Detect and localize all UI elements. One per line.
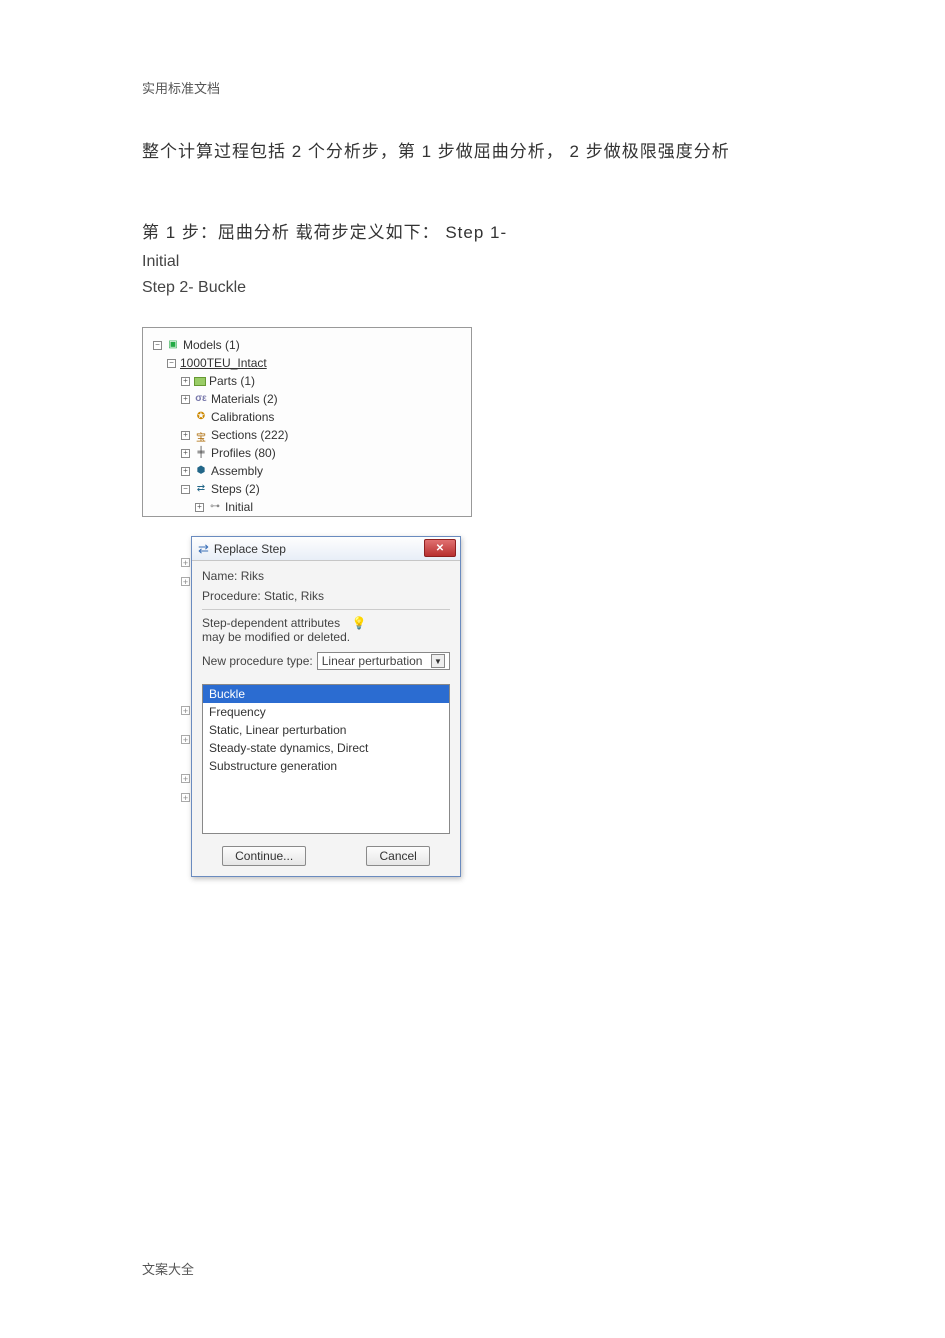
tree-assembly-label: Assembly	[211, 464, 263, 478]
new-procedure-row: New procedure type: Linear perturbation …	[202, 652, 450, 670]
dialog-title-text: Replace Step	[214, 542, 286, 556]
tree-materials-label: Materials (2)	[211, 392, 278, 406]
model-tree-panel: − ▣ Models (1) − 1000TEU_Intact + Parts …	[142, 327, 472, 517]
expand-icon[interactable]: +	[181, 395, 190, 404]
expand-icon[interactable]: +	[181, 577, 190, 586]
profiles-icon: ╪	[194, 447, 208, 459]
option-substructure-generation[interactable]: Substructure generation	[203, 757, 449, 775]
new-procedure-select[interactable]: Linear perturbation ▼	[317, 652, 450, 670]
divider	[202, 609, 450, 610]
tree-parts-label: Parts (1)	[209, 374, 255, 388]
paragraph-initial: Initial	[142, 253, 803, 271]
tree-model-name-label: 1000TEU_Intact	[180, 356, 267, 370]
expand-icon[interactable]: +	[181, 377, 190, 386]
cancel-button[interactable]: Cancel	[366, 846, 429, 866]
tree-parts[interactable]: + Parts (1)	[153, 372, 471, 390]
option-frequency[interactable]: Frequency	[203, 703, 449, 721]
replace-step-dialog: ⇄ Replace Step ✕ Name: Riks Procedure: S…	[191, 536, 461, 877]
tree-profiles-label: Profiles (80)	[211, 446, 276, 460]
sections-icon: 宝	[194, 429, 208, 441]
attributes-note: Step-dependent attributes 💡	[202, 616, 450, 630]
expand-icon[interactable]: +	[181, 706, 190, 715]
dialog-titlebar[interactable]: ⇄ Replace Step ✕	[192, 537, 460, 561]
option-buckle[interactable]: Buckle	[203, 685, 449, 703]
continue-button[interactable]: Continue...	[222, 846, 306, 866]
steps-icon: ⇄	[194, 483, 208, 495]
name-value: Riks	[241, 569, 264, 583]
option-static-linear-perturbation[interactable]: Static, Linear perturbation	[203, 721, 449, 739]
doc-footer: 文案大全	[142, 1259, 194, 1278]
tree-models-label: Models (1)	[183, 338, 240, 352]
close-button[interactable]: ✕	[424, 539, 456, 557]
tree-initial-label: Initial	[225, 500, 253, 514]
model-tree: − ▣ Models (1) − 1000TEU_Intact + Parts …	[143, 336, 471, 516]
paragraph-step2-buckle: Step 2- Buckle	[142, 279, 803, 297]
procedure-value: Static, Riks	[264, 589, 324, 603]
tree-calibrations[interactable]: ✪ Calibrations	[153, 408, 471, 426]
expand-icon[interactable]: +	[181, 793, 190, 802]
initial-step-icon: ⊶	[208, 501, 222, 513]
parts-icon	[194, 377, 206, 386]
tree-side-handles: + + + + + +	[181, 558, 190, 812]
tree-initial[interactable]: + ⊶ Initial	[153, 498, 471, 516]
procedure-options-list[interactable]: Buckle Frequency Static, Linear perturba…	[202, 684, 450, 834]
collapse-icon[interactable]: −	[167, 359, 176, 368]
tree-calibrations-label: Calibrations	[211, 410, 274, 424]
name-label: Name:	[202, 569, 237, 583]
tree-assembly[interactable]: + ⬢ Assembly	[153, 462, 471, 480]
new-procedure-label: New procedure type:	[202, 654, 313, 668]
materials-icon: σε	[194, 393, 208, 405]
attr-line2: may be modified or deleted.	[202, 630, 450, 644]
replace-step-icon: ⇄	[198, 541, 209, 557]
attr-line1: Step-dependent attributes	[202, 616, 340, 630]
dialog-body: Name: Riks Procedure: Static, Riks Step-…	[192, 561, 460, 678]
expand-icon[interactable]: +	[195, 503, 204, 512]
expand-icon[interactable]: +	[181, 431, 190, 440]
collapse-icon[interactable]: −	[153, 341, 162, 350]
tree-steps[interactable]: − ⇄ Steps (2)	[153, 480, 471, 498]
paragraph-step1-def: 第 1 步：屈曲分析 载荷步定义如下： Step 1-	[142, 218, 803, 243]
doc-header: 实用标准文档	[142, 78, 803, 97]
assembly-icon: ⬢	[194, 465, 208, 477]
dialog-button-row: Continue... Cancel	[192, 834, 460, 876]
calibrations-icon: ✪	[194, 411, 208, 423]
dropdown-arrow-icon[interactable]: ▼	[431, 654, 445, 668]
tree-sections[interactable]: + 宝 Sections (222)	[153, 426, 471, 444]
step-procedure-row: Procedure: Static, Riks	[202, 589, 450, 603]
models-icon: ▣	[166, 339, 180, 351]
expand-icon[interactable]: +	[181, 558, 190, 567]
tree-models[interactable]: − ▣ Models (1)	[153, 336, 471, 354]
tree-sections-label: Sections (222)	[211, 428, 288, 442]
paragraph-overview: 整个计算过程包括 2 个分析步，第 1 步做屈曲分析， 2 步做极限强度分析	[142, 137, 803, 162]
tree-steps-label: Steps (2)	[211, 482, 260, 496]
expand-icon[interactable]: +	[181, 774, 190, 783]
expand-icon[interactable]: +	[181, 735, 190, 744]
tree-materials[interactable]: + σε Materials (2)	[153, 390, 471, 408]
expand-icon[interactable]: +	[181, 449, 190, 458]
collapse-icon[interactable]: −	[181, 485, 190, 494]
procedure-label: Procedure:	[202, 589, 261, 603]
option-steady-state-dynamics[interactable]: Steady-state dynamics, Direct	[203, 739, 449, 757]
step-name-row: Name: Riks	[202, 569, 450, 583]
new-procedure-value: Linear perturbation	[322, 654, 423, 668]
tree-model-name[interactable]: − 1000TEU_Intact	[153, 354, 471, 372]
expand-icon[interactable]: +	[181, 467, 190, 476]
tree-profiles[interactable]: + ╪ Profiles (80)	[153, 444, 471, 462]
lightbulb-icon[interactable]: 💡	[351, 616, 366, 630]
